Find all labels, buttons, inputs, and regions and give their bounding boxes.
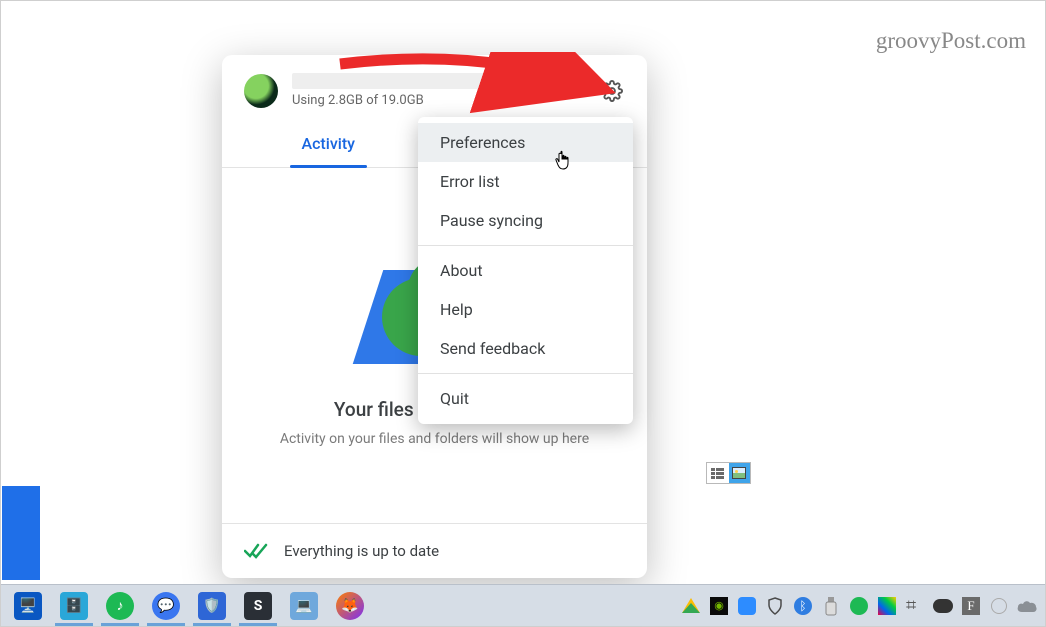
tray-zoom-icon[interactable] xyxy=(735,594,759,618)
account-info: Using 2.8GB of 19.0GB xyxy=(292,73,595,108)
status-subline: Activity on your files and folders will … xyxy=(280,431,589,447)
tray-powertoys-icon[interactable] xyxy=(875,594,899,618)
settings-button[interactable] xyxy=(595,74,629,108)
background-window-sliver xyxy=(2,486,40,580)
menu-separator xyxy=(418,373,633,374)
double-check-icon xyxy=(244,542,268,560)
storage-usage-text: Using 2.8GB of 19.0GB xyxy=(292,93,595,108)
tray-cloud-icon[interactable] xyxy=(931,594,955,618)
menu-separator xyxy=(418,245,633,246)
taskbar-app-server[interactable]: 🗄️ xyxy=(53,586,95,626)
tray-drive-icon[interactable] xyxy=(679,594,703,618)
menu-send-feedback[interactable]: Send feedback xyxy=(418,329,633,368)
view-thumbnail-button[interactable] xyxy=(729,463,751,483)
taskbar-left: 🖥️ 🗄️ ♪ 💬 🛡️ S 💻 🦊 xyxy=(7,586,371,626)
tray-onedrive-icon[interactable] xyxy=(1015,594,1039,618)
tab-activity[interactable]: Activity xyxy=(222,122,435,167)
tray-f-icon[interactable]: F xyxy=(959,594,983,618)
view-mode-toolbar xyxy=(706,462,751,484)
taskbar-tray: ◉ ᛒ ⌗ F xyxy=(679,594,1039,618)
footer-status-text: Everything is up to date xyxy=(284,542,439,560)
tray-slack-icon[interactable]: ⌗ xyxy=(903,594,927,618)
taskbar-app-spotify[interactable]: ♪ xyxy=(99,586,141,626)
card-footer: Everything is up to date xyxy=(222,523,647,578)
tray-nvidia-icon[interactable]: ◉ xyxy=(707,594,731,618)
account-name-redacted xyxy=(292,73,542,89)
image-icon xyxy=(732,467,746,479)
settings-menu: Preferences Error list Pause syncing Abo… xyxy=(418,117,633,424)
tray-spotify-icon[interactable] xyxy=(847,594,871,618)
menu-quit[interactable]: Quit xyxy=(418,379,633,418)
menu-pause-syncing[interactable]: Pause syncing xyxy=(418,201,633,240)
taskbar-app-remote[interactable]: 💻 xyxy=(283,586,325,626)
tray-bluetooth-icon[interactable]: ᛒ xyxy=(791,594,815,618)
taskbar-app-desktop[interactable]: 🖥️ xyxy=(7,586,49,626)
taskbar-app-firefox[interactable]: 🦊 xyxy=(329,586,371,626)
taskbar-app-shield[interactable]: 🛡️ xyxy=(191,586,233,626)
taskbar: 🖥️ 🗄️ ♪ 💬 🛡️ S 💻 🦊 ◉ ᛒ ⌗ F xyxy=(1,584,1045,626)
menu-help[interactable]: Help xyxy=(418,290,633,329)
watermark-text: groovyPost.com xyxy=(876,28,1026,54)
taskbar-app-snagit[interactable]: S xyxy=(237,586,279,626)
card-header: Using 2.8GB of 19.0GB xyxy=(222,55,647,114)
menu-about[interactable]: About xyxy=(418,251,633,290)
view-list-button[interactable] xyxy=(707,463,729,483)
tray-circle-icon[interactable] xyxy=(987,594,1011,618)
gear-icon xyxy=(601,80,623,102)
list-icon xyxy=(711,468,724,479)
drive-triangle-icon xyxy=(682,598,700,613)
avatar[interactable] xyxy=(244,74,278,108)
tray-usb-icon[interactable] xyxy=(819,594,843,618)
tray-security-icon[interactable] xyxy=(763,594,787,618)
menu-preferences[interactable]: Preferences xyxy=(418,123,633,162)
menu-error-list[interactable]: Error list xyxy=(418,162,633,201)
taskbar-app-signal[interactable]: 💬 xyxy=(145,586,187,626)
